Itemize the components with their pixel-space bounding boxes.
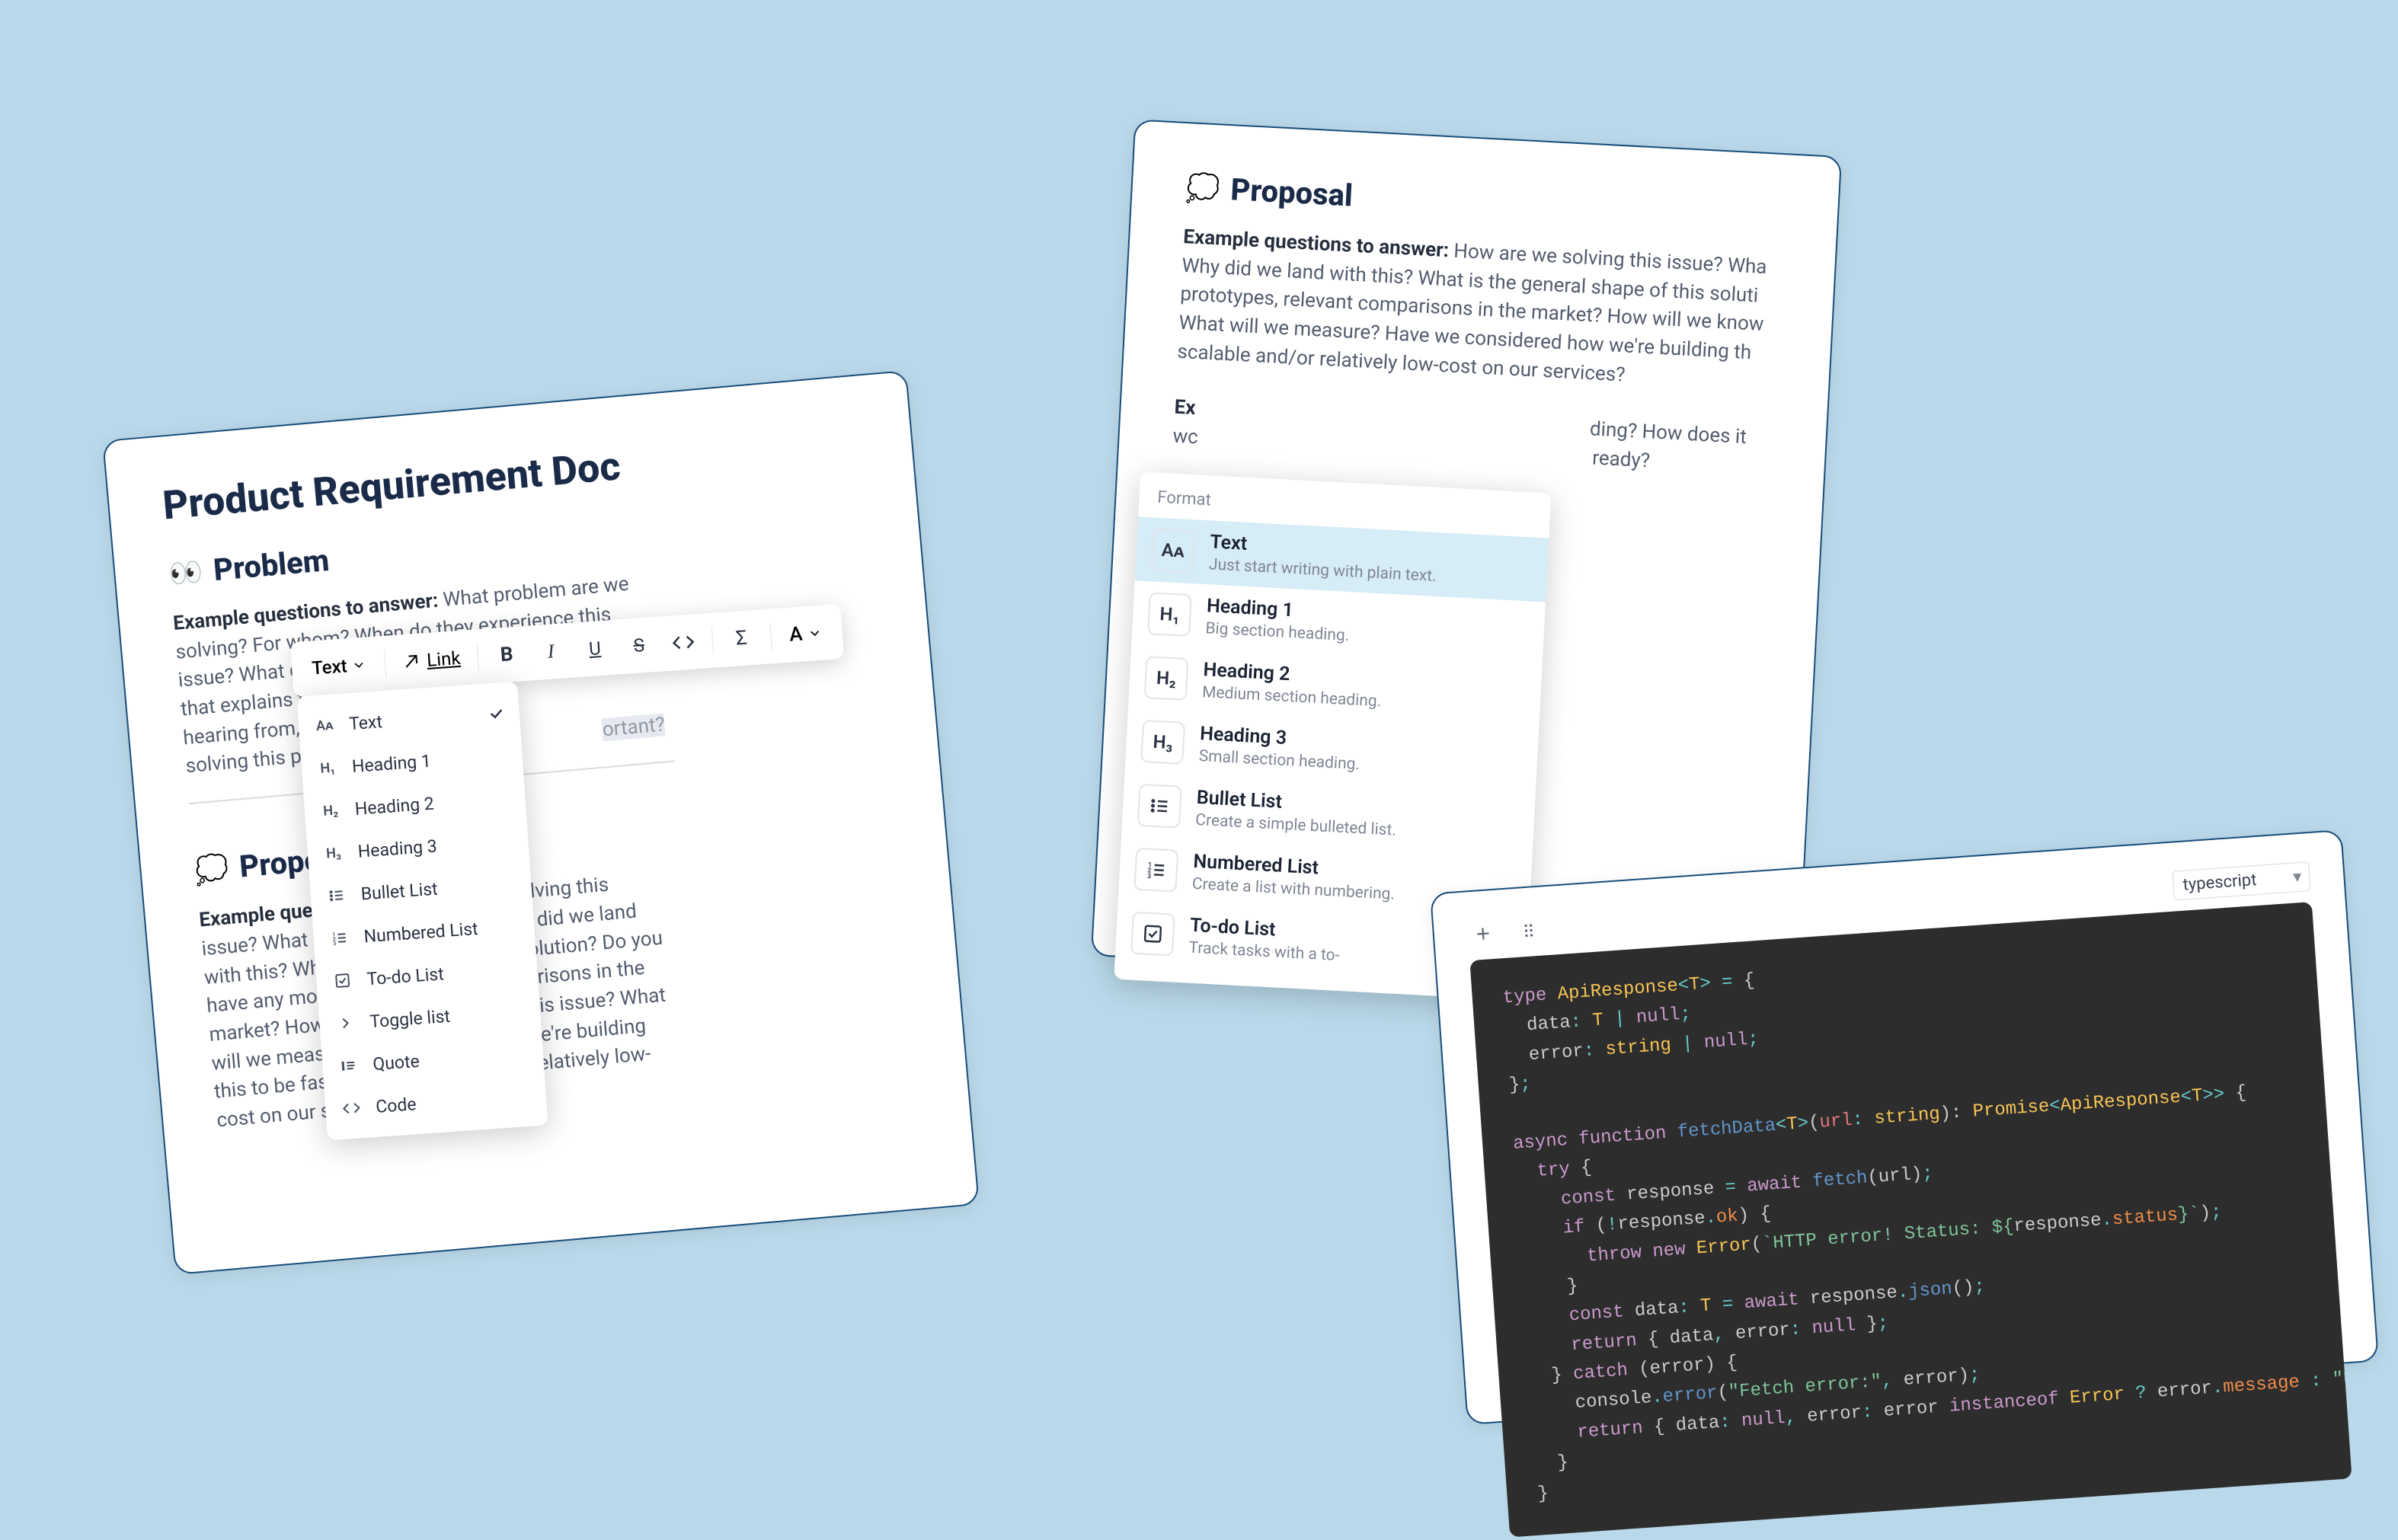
format-label: Heading 1	[351, 750, 432, 776]
color-selector[interactable]: A	[779, 621, 832, 647]
proposal-heading: 💭 Proposal	[1185, 169, 1785, 236]
grip-icon	[1518, 920, 1540, 941]
toggle-icon	[332, 1010, 358, 1036]
chevron-down-icon	[807, 625, 823, 641]
format-label: Quote	[372, 1050, 420, 1074]
ol-icon: 123	[327, 925, 353, 951]
format-label: Code	[375, 1094, 417, 1117]
code-icon	[338, 1095, 364, 1121]
language-selector[interactable]: typescript	[2172, 861, 2310, 900]
format-label: Heading 2	[354, 793, 435, 819]
code-content[interactable]: type ApiResponse<T> = { data: T | null; …	[1469, 902, 2352, 1537]
thought-bubble-icon: 💭	[193, 852, 230, 887]
code-icon	[671, 630, 695, 654]
right-document-panel: 💭 Proposal Example questions to answer: …	[1091, 119, 1842, 992]
H₁-icon: H₁	[315, 755, 341, 781]
separator	[384, 650, 387, 677]
code-block-panel: typescript type ApiResponse<T> = { data:…	[1430, 829, 2379, 1425]
code-button[interactable]	[662, 621, 705, 664]
format-label: Heading 3	[357, 835, 438, 861]
svg-text:3: 3	[1147, 873, 1152, 880]
format-label: Numbered List	[363, 918, 479, 946]
todo-icon	[1130, 912, 1175, 957]
svg-text:3: 3	[333, 941, 337, 947]
thought-bubble-icon: 💭	[1185, 171, 1221, 205]
italic-button[interactable]: I	[529, 631, 572, 673]
format-label: Bullet List	[360, 878, 439, 904]
H₂-icon: H₂	[318, 797, 344, 823]
arrow-icon	[402, 652, 422, 672]
problem-title-text: Problem	[212, 542, 331, 588]
ol-icon: 123	[1133, 848, 1178, 893]
H₃-icon: H₃	[321, 840, 347, 866]
ul-icon	[324, 883, 350, 909]
separator	[769, 622, 772, 650]
proposal-body[interactable]: Example ques XXXXXXXXXXXXX e solving thi…	[198, 846, 913, 1136]
Aᴀ-icon: Aᴀ	[1150, 528, 1195, 573]
proposal-title-text: Proposal	[1229, 171, 1354, 213]
check-icon	[487, 704, 507, 724]
H₂-icon: H₂	[1144, 656, 1189, 701]
format-label: To-do List	[366, 963, 445, 989]
strikethrough-button[interactable]: S	[618, 625, 660, 667]
block-type-selector[interactable]: Text	[302, 653, 376, 680]
quote-icon	[335, 1053, 361, 1078]
todo-icon	[330, 967, 356, 993]
underline-button[interactable]: U	[574, 628, 616, 670]
separator	[711, 627, 714, 654]
H₃-icon: H₃	[1140, 720, 1185, 765]
H₁-icon: H₁	[1147, 592, 1192, 637]
eyes-icon: 👀	[168, 555, 204, 590]
chevron-down-icon	[351, 657, 367, 673]
plus-icon	[1472, 923, 1494, 944]
highlighted-text[interactable]: ortant?	[602, 714, 666, 742]
format-label: Toggle list	[369, 1005, 451, 1031]
format-dropdown: Aᴀ Text H₁ Heading 1 H₂ Heading 2 H₃ Heading 3 B…	[297, 682, 548, 1141]
Aᴀ-icon: Aᴀ	[312, 712, 337, 738]
drag-handle[interactable]	[1512, 914, 1545, 947]
formula-button[interactable]: Σ	[721, 617, 763, 660]
separator	[476, 643, 479, 670]
link-button[interactable]: Link	[394, 647, 468, 673]
add-button[interactable]	[1467, 918, 1500, 951]
ul-icon	[1137, 784, 1182, 829]
left-document-panel: Product Requirement Doc 👀 Problem Exampl…	[102, 370, 980, 1275]
format-label: Text	[348, 711, 383, 734]
proposal-q: Example ques	[198, 899, 324, 932]
bold-button[interactable]: B	[486, 634, 529, 676]
